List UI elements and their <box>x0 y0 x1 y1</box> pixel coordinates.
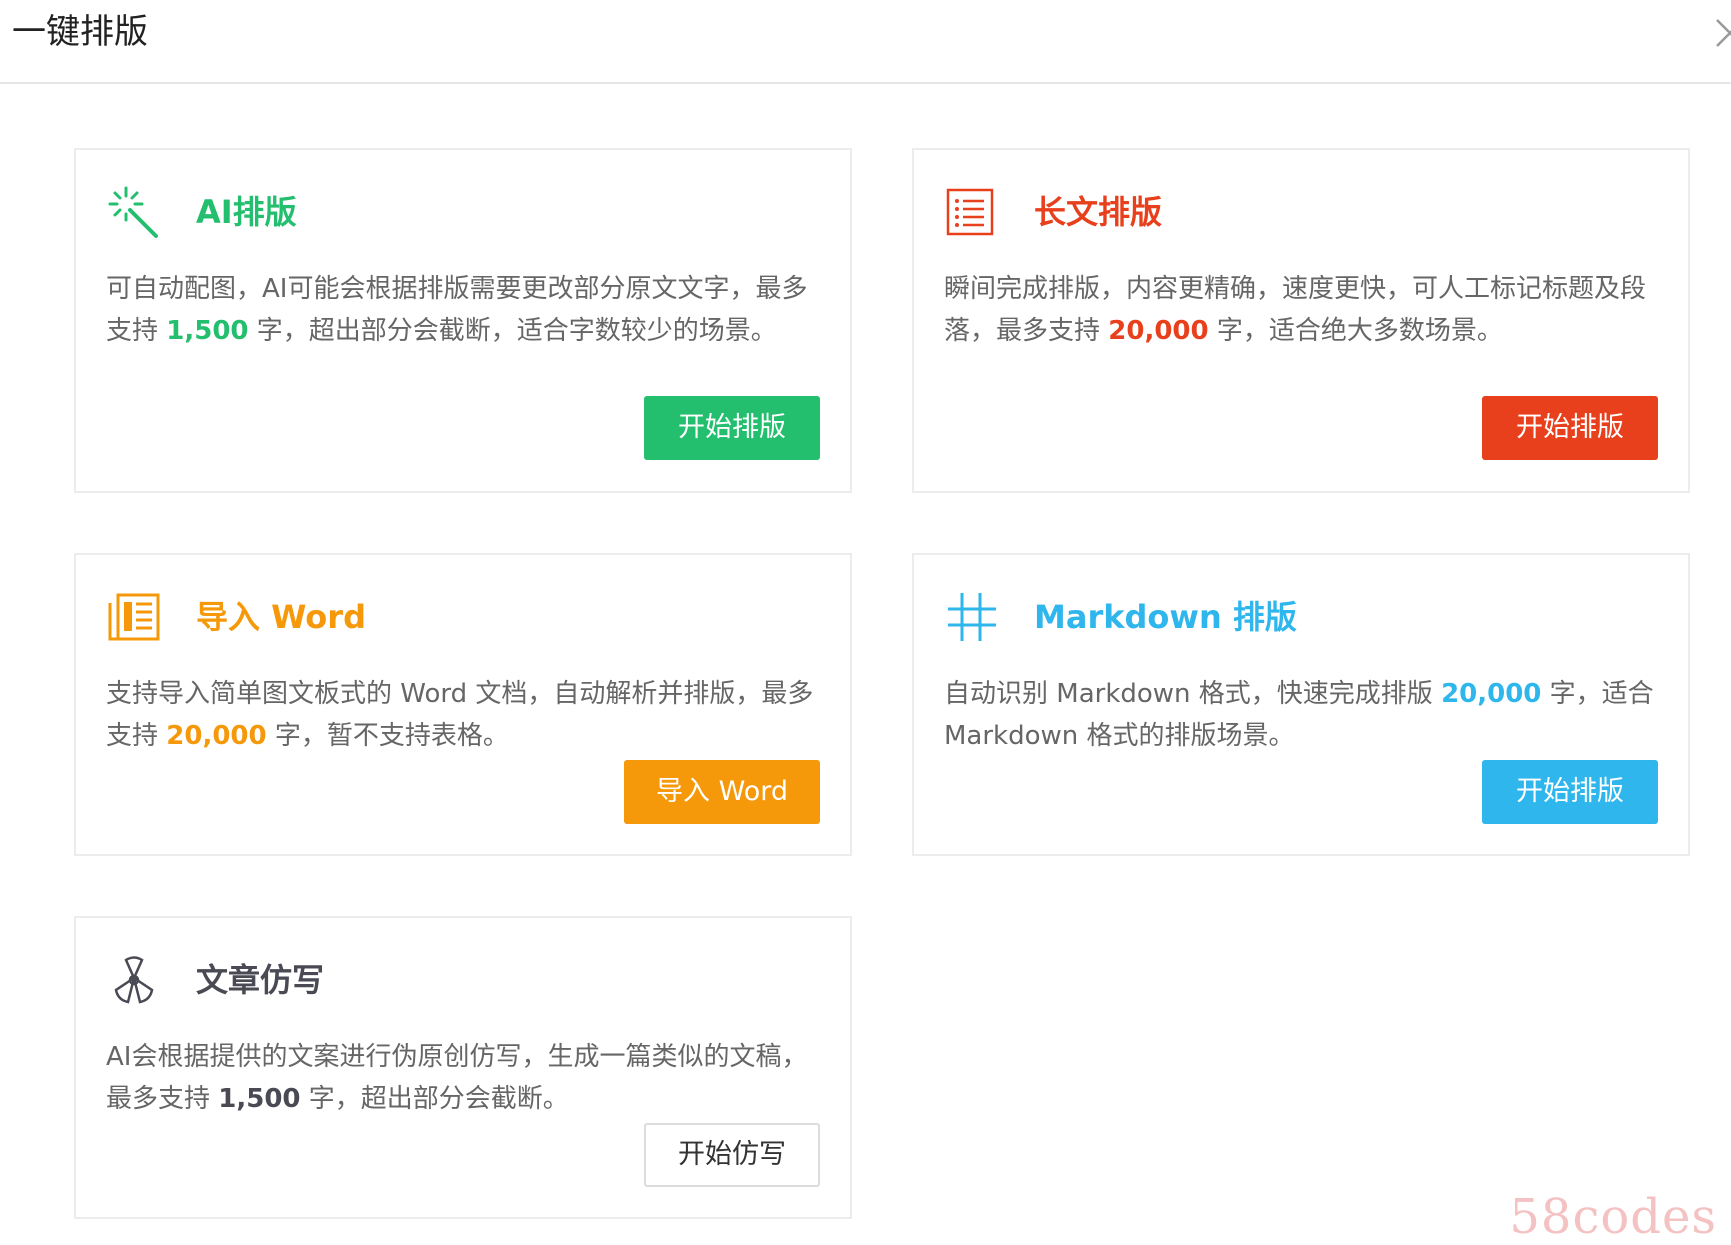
char-limit: 20,000 <box>166 721 267 751</box>
import-word-button[interactable]: 导入 Word <box>624 760 820 824</box>
dialog-header: 一键排版 <box>0 0 1731 84</box>
start-markdown-layout-button[interactable]: 开始排版 <box>1482 760 1658 824</box>
char-limit: 1,500 <box>166 316 249 346</box>
dialog-title: 一键排版 <box>12 12 148 52</box>
card-title-import-word: 导入 Word <box>196 598 366 636</box>
char-limit: 1,500 <box>218 1084 301 1114</box>
card-desc-markdown-layout: 自动识别 Markdown 格式，快速完成排版 20,000 字，适合 Mark… <box>944 673 1658 757</box>
document-icon <box>106 589 162 645</box>
start-long-layout-button[interactable]: 开始排版 <box>1482 396 1658 460</box>
desc-text: 字，超出部分会截断，适合字数较少的场景。 <box>248 316 777 346</box>
card-desc-article-rewrite: AI会根据提供的文案进行伪原创仿写，生成一篇类似的文稿，最多支持 1,500 字… <box>106 1036 820 1120</box>
char-limit: 20,000 <box>1108 316 1209 346</box>
card-import-word: 导入 Word 支持导入简单图文板式的 Word 文档，自动解析并排版，最多支持… <box>74 553 852 856</box>
card-long-layout: 长文排版 瞬间完成排版，内容更精确，速度更快，可人工标记标题及段落，最多支持 2… <box>912 148 1690 493</box>
desc-text: 字，超出部分会截断。 <box>300 1084 569 1114</box>
card-ai-layout: AI排版 可自动配图，AI可能会根据排版需要更改部分原文文字，最多支持 1,50… <box>74 148 852 493</box>
start-ai-layout-button[interactable]: 开始排版 <box>644 396 820 460</box>
card-title-article-rewrite: 文章仿写 <box>196 961 325 999</box>
fan-icon <box>106 952 162 1008</box>
hash-icon <box>944 589 1000 645</box>
desc-text: 字，适合绝大多数场景。 <box>1208 316 1503 346</box>
card-title-markdown-layout: Markdown 排版 <box>1034 598 1297 636</box>
magic-wand-icon <box>106 184 162 240</box>
card-title-long-layout: 长文排版 <box>1034 193 1163 231</box>
start-rewrite-button[interactable]: 开始仿写 <box>644 1123 820 1187</box>
card-title-ai-layout: AI排版 <box>196 193 297 231</box>
card-markdown-layout: Markdown 排版 自动识别 Markdown 格式，快速完成排版 20,0… <box>912 553 1690 856</box>
list-icon <box>944 184 1000 240</box>
card-desc-long-layout: 瞬间完成排版，内容更精确，速度更快，可人工标记标题及段落，最多支持 20,000… <box>944 268 1658 352</box>
card-article-rewrite: 文章仿写 AI会根据提供的文案进行伪原创仿写，生成一篇类似的文稿，最多支持 1,… <box>74 916 852 1219</box>
watermark: 58codes <box>1509 1189 1717 1245</box>
desc-text: 字，暂不支持表格。 <box>266 721 509 751</box>
desc-text: 自动识别 Markdown 格式，快速完成排版 <box>944 679 1442 709</box>
close-icon[interactable] <box>1713 14 1731 54</box>
card-desc-import-word: 支持导入简单图文板式的 Word 文档，自动解析并排版，最多支持 20,000 … <box>106 673 820 757</box>
card-desc-ai-layout: 可自动配图，AI可能会根据排版需要更改部分原文文字，最多支持 1,500 字，超… <box>106 268 820 352</box>
char-limit: 20,000 <box>1441 679 1542 709</box>
